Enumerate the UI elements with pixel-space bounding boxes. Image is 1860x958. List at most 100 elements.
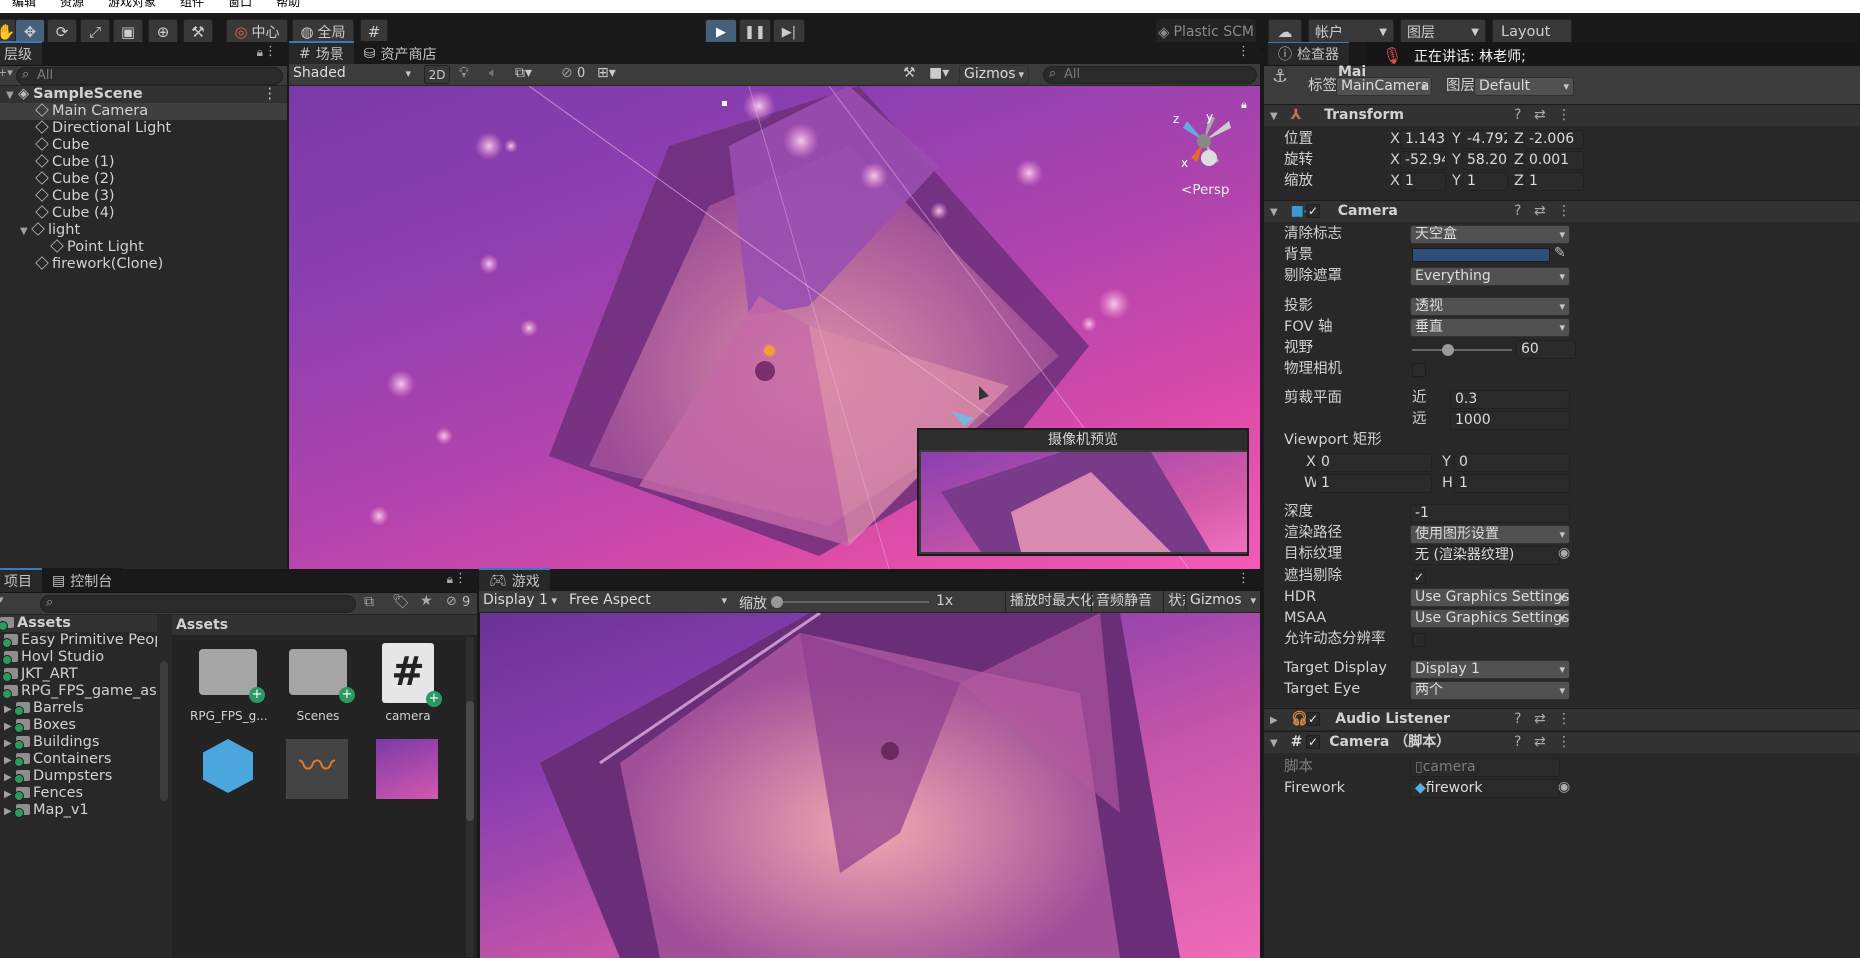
help-icon[interactable]: ? bbox=[1514, 709, 1521, 730]
add-icon[interactable]: ▾ bbox=[0, 593, 4, 606]
more-icon[interactable]: ⋮ bbox=[1557, 201, 1571, 222]
occlusion-checkbox[interactable]: ✓ bbox=[1412, 570, 1426, 584]
tab-console[interactable]: ▤ 控制台 bbox=[42, 568, 123, 592]
physical-camera-checkbox[interactable] bbox=[1412, 363, 1426, 377]
game-viewport[interactable] bbox=[480, 613, 1260, 958]
gizmos-dropdown[interactable]: Gizmos bbox=[1185, 592, 1260, 611]
scale-z-field[interactable]: 1 bbox=[1524, 172, 1584, 191]
tree-item[interactable]: ▶ Map_v1 bbox=[0, 802, 157, 819]
culling-mask-dropdown[interactable]: Everything bbox=[1410, 267, 1570, 286]
hidden-icon[interactable]: ⊘ bbox=[561, 65, 573, 81]
scale-y-field[interactable]: 1 bbox=[1462, 172, 1508, 191]
grid-snap-icon[interactable]: ⊞▾ bbox=[597, 65, 616, 81]
tab-project[interactable]: 项目 bbox=[0, 568, 42, 592]
orientation-gizmo[interactable]: z y x bbox=[1169, 106, 1239, 176]
preset-icon[interactable]: ⇄ bbox=[1534, 105, 1546, 126]
target-eye-dropdown[interactable]: 两个 bbox=[1410, 681, 1570, 700]
more-icon[interactable]: ⋮ bbox=[1557, 709, 1571, 730]
tree-item[interactable]: ▶ Dumpsters bbox=[0, 768, 157, 785]
help-icon[interactable]: ? bbox=[1514, 201, 1521, 222]
audio-asset[interactable]: 〰 bbox=[286, 739, 348, 799]
tree-item[interactable]: Easy Primitive People bbox=[0, 632, 157, 649]
tab-hierarchy[interactable]: 层级 bbox=[0, 41, 42, 65]
scene-search-input[interactable]: All bbox=[1043, 66, 1257, 84]
projection-dropdown[interactable]: 透视 bbox=[1410, 297, 1570, 316]
asset-item[interactable]: + RPG_FPS_g... bbox=[190, 649, 268, 723]
prefab-asset[interactable] bbox=[198, 739, 258, 799]
hierarchy-item[interactable]: Cube (4) bbox=[0, 205, 287, 222]
asset-item[interactable]: + Scenes bbox=[280, 649, 356, 723]
render-path-dropdown[interactable]: 使用图形设置 bbox=[1410, 525, 1570, 544]
scene-viewport[interactable]: ✹ z y x <Persp 🔒︎ 摄像机预览 bbox=[289, 86, 1260, 569]
target-texture-field[interactable]: 无 (渲染器纹理) bbox=[1410, 546, 1560, 565]
more-icon[interactable]: ⋮ bbox=[1557, 105, 1571, 126]
audio-listener-header[interactable]: ▶ 🎧︎ ✓ Audio Listener ? ⇄ ⋮ bbox=[1264, 708, 1860, 730]
hierarchy-item[interactable]: Main Camera bbox=[0, 103, 287, 120]
scale-slider[interactable] bbox=[771, 596, 929, 608]
eyedropper-icon[interactable]: ✎ bbox=[1554, 245, 1566, 261]
tab-inspector[interactable]: ⓘ 检查器 bbox=[1268, 42, 1349, 65]
tag-dropdown[interactable]: MainCamera bbox=[1336, 77, 1432, 96]
tree-item[interactable]: JKT_ART bbox=[0, 666, 157, 683]
tree-item[interactable]: ▶ Barrels bbox=[0, 700, 157, 717]
mute-audio-toggle[interactable]: 音频静音 bbox=[1091, 591, 1156, 612]
position-z-field[interactable]: -2.006 bbox=[1524, 130, 1584, 149]
rotation-z-field[interactable]: 0.001 bbox=[1524, 151, 1584, 170]
menu-edit[interactable]: 编辑 bbox=[12, 0, 36, 8]
background-color-field[interactable] bbox=[1412, 248, 1550, 262]
clear-flags-dropdown[interactable]: 天空盒 bbox=[1410, 225, 1570, 244]
audio-listener-enabled-checkbox[interactable]: ✓ bbox=[1306, 712, 1320, 726]
maximize-on-play-toggle[interactable]: 播放时最大化 bbox=[1005, 591, 1098, 612]
target-display-dropdown[interactable]: Display 1 bbox=[1410, 660, 1570, 679]
depth-field[interactable]: -1 bbox=[1410, 504, 1570, 523]
far-field[interactable]: 1000 bbox=[1450, 411, 1570, 430]
effects-icon[interactable]: ⧉▾ bbox=[515, 65, 532, 81]
filter-type-icon[interactable]: ⧉ bbox=[364, 594, 374, 610]
more-icon[interactable]: ⋮ bbox=[264, 44, 277, 59]
tree-item[interactable]: ▶ Containers bbox=[0, 751, 157, 768]
lock-icon[interactable]: 🔒︎ bbox=[447, 572, 453, 587]
gizmos-dropdown[interactable]: Gizmos bbox=[959, 65, 1029, 84]
tree-item[interactable]: ▶ Fences bbox=[0, 785, 157, 802]
fov-axis-dropdown[interactable]: 垂直 bbox=[1410, 318, 1570, 337]
menu-component[interactable]: 组件 bbox=[180, 0, 204, 8]
tools-icon[interactable]: ⚒ bbox=[903, 65, 916, 81]
object-picker-icon[interactable]: ◉ bbox=[1558, 779, 1570, 795]
menu-window[interactable]: 窗口 bbox=[228, 0, 252, 8]
tab-scene[interactable]: # 场景 bbox=[289, 41, 354, 65]
lock-icon[interactable]: 🔒︎ bbox=[257, 45, 263, 60]
hierarchy-item[interactable]: firework(Clone) bbox=[0, 256, 287, 273]
asset-item[interactable]: # + camera bbox=[370, 643, 446, 723]
hierarchy-search-input[interactable]: All bbox=[16, 67, 283, 85]
preset-icon[interactable]: ⇄ bbox=[1534, 732, 1546, 753]
msaa-dropdown[interactable]: Use Graphics Settings bbox=[1410, 609, 1570, 628]
more-icon[interactable]: ⋮ bbox=[1557, 732, 1571, 753]
viewport-h-field[interactable]: 1 bbox=[1454, 474, 1570, 493]
menu-assets[interactable]: 资源 bbox=[60, 0, 84, 8]
camera-header[interactable]: ▼ ■◂ ✓ Camera ? ⇄ ⋮ bbox=[1264, 200, 1860, 222]
script-component-header[interactable]: ▼ # ✓ Camera （脚本） ? ⇄ ⋮ bbox=[1264, 731, 1860, 753]
more-icon[interactable]: ⋮ bbox=[1237, 571, 1250, 586]
muted-mic-icon[interactable]: 🎙︎ bbox=[1382, 46, 1402, 65]
dynamic-resolution-checkbox[interactable] bbox=[1412, 633, 1426, 647]
viewport-y-field[interactable]: 0 bbox=[1454, 453, 1570, 472]
tree-item[interactable]: Hovl Studio bbox=[0, 649, 157, 666]
position-y-field[interactable]: -4.792 bbox=[1462, 130, 1508, 149]
hierarchy-item[interactable]: Cube bbox=[0, 137, 287, 154]
camera-enabled-checkbox[interactable]: ✓ bbox=[1306, 204, 1320, 218]
scroll-thumb[interactable] bbox=[466, 701, 474, 821]
hdr-dropdown[interactable]: Use Graphics Settings bbox=[1410, 588, 1570, 607]
position-x-field[interactable]: 1.1431 bbox=[1400, 130, 1446, 149]
label-icon[interactable]: 🏷︎ bbox=[392, 594, 410, 610]
rotation-x-field[interactable]: -52.94 bbox=[1400, 151, 1446, 170]
transform-header[interactable]: ▼ ⅄ Transform ? ⇄ ⋮ bbox=[1264, 104, 1860, 126]
help-icon[interactable]: ? bbox=[1514, 105, 1521, 126]
favorite-icon[interactable]: ★ bbox=[420, 593, 433, 609]
hierarchy-item[interactable]: Cube (2) bbox=[0, 171, 287, 188]
asset-scrollbar[interactable] bbox=[466, 637, 474, 957]
tree-root[interactable]: Assets bbox=[0, 615, 157, 632]
menu-gameobject[interactable]: 游戏对象 bbox=[108, 0, 156, 8]
lock-icon[interactable]: 🔒︎ bbox=[1241, 98, 1247, 112]
material-asset[interactable] bbox=[376, 739, 438, 799]
audio-icon[interactable]: 🔈︎ bbox=[489, 65, 497, 81]
